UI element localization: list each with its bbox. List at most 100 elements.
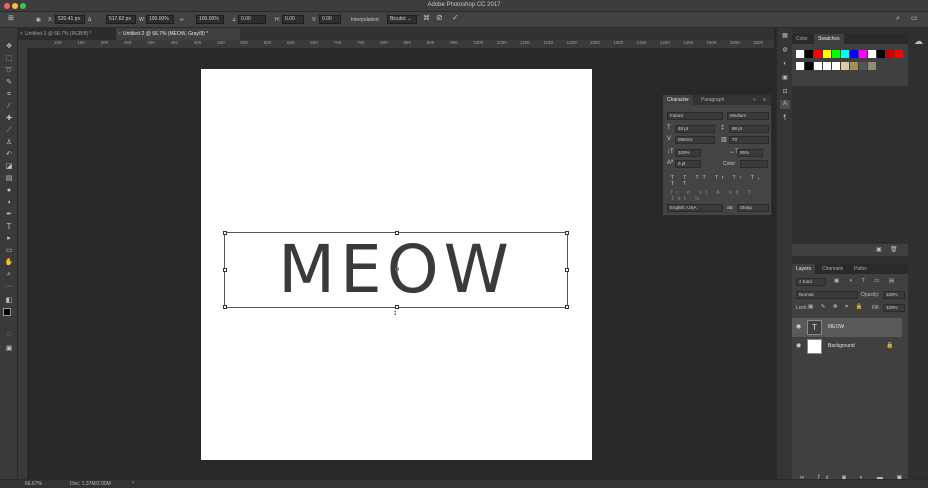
stamp-tool-icon[interactable]: ♙ (3, 138, 15, 148)
transform-bounding-box[interactable] (223, 231, 569, 309)
tab-paragraph[interactable]: Paragraph (697, 95, 728, 105)
search-icon[interactable]: ⌕ (896, 15, 900, 23)
document-size-info[interactable]: Doc: 1.37M/2.00M (70, 481, 111, 487)
layer-row-background[interactable]: ◉ Background 🔒 (792, 337, 902, 356)
font-size-field[interactable]: 48 pt (675, 125, 715, 133)
marquee-tool-icon[interactable]: ⬚ (3, 54, 15, 64)
reference-point-marker[interactable] (395, 267, 399, 271)
font-style-select[interactable]: Medium (727, 112, 769, 120)
status-menu-icon[interactable]: › (132, 480, 134, 486)
color-swatch[interactable] (841, 62, 849, 70)
tab-layers[interactable]: Layers (792, 264, 816, 274)
healing-tool-icon[interactable]: ✚ (3, 114, 15, 124)
vertical-scale-field[interactable]: 100% (675, 149, 701, 157)
transform-handle[interactable] (223, 268, 227, 272)
tab-character[interactable]: Character (663, 95, 693, 105)
history-brush-tool-icon[interactable]: ↶ (3, 150, 15, 160)
kerning-field[interactable]: Metrics (675, 136, 715, 144)
new-swatch-icon[interactable]: ▣ (876, 246, 882, 253)
paragraph-panel-icon[interactable]: ¶ (780, 114, 790, 123)
hskew-field[interactable]: 0.00 (282, 15, 304, 24)
blur-tool-icon[interactable]: ● (3, 186, 15, 196)
color-swatch[interactable] (859, 62, 867, 70)
color-swatch[interactable] (886, 50, 894, 58)
tab-channels[interactable]: Channels (818, 264, 847, 274)
transform-handle[interactable] (565, 305, 569, 309)
x-field[interactable]: 520.41 px (55, 15, 85, 24)
move-tool-preset-icon[interactable]: ⊞ (8, 15, 14, 23)
color-swatch[interactable] (832, 50, 840, 58)
brush-tool-icon[interactable]: ⟋ (3, 126, 15, 136)
properties-panel-icon[interactable]: ◍ (780, 46, 790, 55)
layer-filter-select[interactable]: ⌕ Kind (796, 278, 826, 286)
lock-icons[interactable]: ▦ ✎ ✥ ⌗ 🔒 (808, 304, 865, 311)
adjustments-panel-icon[interactable]: ◐ (780, 60, 790, 69)
layer-row-meow[interactable]: ◉ T MEOW (792, 318, 902, 337)
layer-filter-icons[interactable]: ▣ ◑ T ▭ ▤ (834, 278, 898, 284)
horizontal-ruler[interactable]: 100 150 200 250 300 350 400 450 500 550 600 650 700 7… (28, 40, 774, 49)
tab-color[interactable]: Color (792, 34, 812, 44)
reference-point-icon[interactable]: ▣ (36, 16, 41, 24)
h-field[interactable]: 100.00% (196, 15, 224, 24)
default-colors-icon[interactable]: ◧ (3, 296, 15, 306)
history-panel-icon[interactable]: ▦ (780, 32, 790, 41)
color-swatch[interactable] (823, 62, 831, 70)
antialias-select[interactable]: Sharp (737, 204, 769, 212)
lasso-tool-icon[interactable]: ➰ (3, 66, 15, 76)
path-select-tool-icon[interactable]: ▸ (3, 234, 15, 244)
quick-mask-icon[interactable]: ◌ (3, 330, 15, 340)
tab-untitled-2[interactable]: × Untitled-2 @ 66.7% (MEOW, Gray/8) * (116, 28, 240, 40)
more-tools-icon[interactable]: ··· (3, 282, 15, 292)
tab-untitled-1[interactable]: × Untitled-1 @ 66.7% (RGB/8) * (18, 28, 116, 40)
transform-handle[interactable] (565, 231, 569, 235)
interpolation-select[interactable]: Bicubic ⌄ (387, 15, 417, 24)
warp-icon[interactable]: ⌘ (423, 15, 430, 23)
hand-tool-icon[interactable]: ✋ (3, 258, 15, 268)
workspace-icon[interactable]: ▭ (911, 15, 918, 23)
color-swatch[interactable] (814, 50, 822, 58)
color-swatch[interactable] (859, 50, 867, 58)
color-swatch[interactable] (841, 50, 849, 58)
visibility-eye-icon[interactable]: ◉ (796, 342, 801, 349)
opentype-buttons[interactable]: fi σ st A ad T 1st ½ (671, 190, 771, 202)
relative-position-icon[interactable]: Δ (88, 16, 91, 24)
transform-handle[interactable] (223, 305, 227, 309)
cc-libraries-icon[interactable]: ☁ (914, 36, 923, 47)
screen-mode-icon[interactable]: ▣ (3, 344, 15, 354)
color-swatch[interactable] (868, 50, 876, 58)
eraser-tool-icon[interactable]: ◪ (3, 162, 15, 172)
zoom-tool-icon[interactable]: ⌕ (3, 270, 15, 280)
character-panel-icon[interactable]: A (780, 100, 790, 109)
gradient-tool-icon[interactable]: ▤ (3, 174, 15, 184)
color-swatch[interactable] (796, 62, 804, 70)
color-swatch[interactable] (814, 62, 822, 70)
cancel-transform-icon[interactable]: ⊘ (436, 14, 443, 22)
color-swatch[interactable] (832, 62, 840, 70)
move-tool-icon[interactable]: ✥ (3, 42, 15, 52)
rotate-field[interactable]: 0.00 (238, 15, 266, 24)
eyedropper-tool-icon[interactable]: ⁄ (3, 102, 15, 112)
horizontal-scale-field[interactable]: 95% (737, 149, 763, 157)
color-swatch[interactable] (895, 50, 903, 58)
baseline-shift-field[interactable]: 0 pt (675, 160, 701, 168)
leading-field[interactable]: 88 pt (729, 125, 769, 133)
crop-tool-icon[interactable]: ⌗ (3, 90, 15, 100)
fill-field[interactable]: 100% (883, 304, 905, 312)
libraries-panel-icon[interactable]: ▣ (780, 74, 790, 83)
commit-transform-icon[interactable]: ✓ (452, 14, 459, 22)
pen-tool-icon[interactable]: ✒ (3, 210, 15, 220)
color-swatch[interactable] (877, 50, 885, 58)
type-tool-icon[interactable]: T (3, 222, 15, 232)
foreground-color-swatch[interactable] (3, 308, 11, 316)
color-swatch[interactable] (868, 62, 876, 70)
type-style-buttons[interactable]: T T TT Tr T¹ T₁ T T (671, 175, 771, 187)
color-swatch[interactable] (805, 62, 813, 70)
color-swatch[interactable] (805, 50, 813, 58)
color-swatch[interactable] (823, 50, 831, 58)
tab-paths[interactable]: Paths (850, 264, 871, 274)
dodge-tool-icon[interactable]: ◖ (3, 198, 15, 208)
y-field[interactable]: 517.62 px (106, 15, 136, 24)
text-color-swatch[interactable] (740, 160, 768, 168)
visibility-eye-icon[interactable]: ◉ (796, 323, 801, 330)
close-tab-icon[interactable]: × (20, 28, 23, 40)
